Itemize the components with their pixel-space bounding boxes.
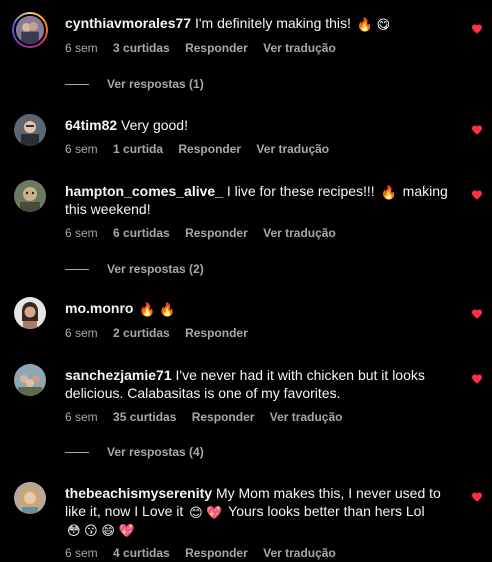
comment-text: I live for these recipes!!! — [226, 183, 375, 199]
view-replies-label: Ver respostas (4) — [107, 445, 204, 459]
avatar[interactable] — [14, 364, 46, 396]
reply-button[interactable]: Responder — [185, 41, 248, 55]
comment-time: 6 sem — [65, 326, 98, 340]
heart-icon[interactable] — [471, 491, 483, 503]
comment-text: I'm definitely making this! — [194, 15, 351, 31]
comment-time: 6 sem — [65, 546, 98, 560]
comment-username[interactable]: mo.monro — [65, 300, 133, 316]
comment-emojis: 🔥 😋 — [356, 17, 391, 32]
comment-username[interactable]: sanchezjamie71 — [65, 367, 172, 383]
comment-text-continued: Yours looks better than hers Lol — [228, 503, 425, 519]
comment-meta: 6 sem 1 curtida Responder Ver tradução — [65, 142, 341, 156]
likes-count[interactable]: 6 curtidas — [113, 226, 170, 240]
reply-button[interactable]: Responder — [192, 410, 255, 424]
comment-username[interactable]: 64tim82 — [65, 117, 117, 133]
comment-time: 6 sem — [65, 410, 98, 424]
reply-button[interactable]: Responder — [185, 226, 248, 240]
comment-meta: 6 sem 4 curtidas Responder Ver tradução — [65, 546, 348, 560]
comment-emojis: 🔥 — [380, 185, 397, 200]
comment-text: Very good! — [121, 117, 188, 133]
reply-button[interactable]: Responder — [185, 326, 248, 340]
divider-line — [65, 451, 89, 453]
comment-emojis: 😊 💖 — [189, 505, 223, 520]
likes-count[interactable]: 1 curtida — [113, 142, 163, 156]
heart-icon[interactable] — [471, 308, 483, 320]
translate-button[interactable]: Ver tradução — [263, 41, 336, 55]
heart-icon[interactable] — [471, 189, 483, 201]
comment-username[interactable]: hampton_comes_alive_ — [65, 183, 223, 199]
view-replies-label: Ver respostas (1) — [107, 77, 204, 91]
translate-button[interactable]: Ver tradução — [270, 410, 343, 424]
likes-count[interactable]: 4 curtidas — [113, 546, 170, 560]
likes-count[interactable]: 3 curtidas — [113, 41, 170, 55]
translate-button[interactable]: Ver tradução — [263, 226, 336, 240]
comment-time: 6 sem — [65, 142, 98, 156]
reply-button[interactable]: Responder — [178, 142, 241, 156]
comment-time: 6 sem — [65, 41, 98, 55]
view-replies-button[interactable]: Ver respostas (1) — [65, 77, 204, 91]
divider-line — [65, 83, 89, 85]
comment-meta: 6 sem 6 curtidas Responder Ver tradução — [65, 226, 348, 240]
avatar[interactable] — [14, 482, 46, 514]
comment-emojis: 🔥 🔥 — [139, 302, 176, 317]
heart-icon[interactable] — [471, 124, 483, 136]
comment-meta: 6 sem 35 curtidas Responder Ver tradução — [65, 410, 354, 424]
avatar[interactable] — [14, 114, 46, 146]
translate-button[interactable]: Ver tradução — [256, 142, 329, 156]
comment-time: 6 sem — [65, 226, 98, 240]
comment-username[interactable]: thebeachismyserenity — [65, 485, 212, 501]
comment-username[interactable]: cynthiavmorales77 — [65, 15, 191, 31]
divider-line — [65, 268, 89, 270]
view-replies-button[interactable]: Ver respostas (2) — [65, 262, 204, 276]
comment-emojis-end: 😳 😗 😄 💖 — [67, 523, 135, 538]
translate-button[interactable]: Ver tradução — [263, 546, 336, 560]
comment-meta: 6 sem 3 curtidas Responder Ver tradução — [65, 41, 348, 55]
heart-icon[interactable] — [471, 373, 483, 385]
avatar[interactable] — [14, 297, 46, 329]
avatar[interactable] — [14, 180, 46, 212]
likes-count[interactable]: 2 curtidas — [113, 326, 170, 340]
view-replies-label: Ver respostas (2) — [107, 262, 204, 276]
reply-button[interactable]: Responder — [185, 546, 248, 560]
view-replies-button[interactable]: Ver respostas (4) — [65, 445, 204, 459]
comment-meta: 6 sem 2 curtidas Responder — [65, 326, 260, 340]
avatar[interactable] — [12, 12, 48, 48]
heart-icon[interactable] — [471, 23, 483, 35]
likes-count[interactable]: 35 curtidas — [113, 410, 176, 424]
